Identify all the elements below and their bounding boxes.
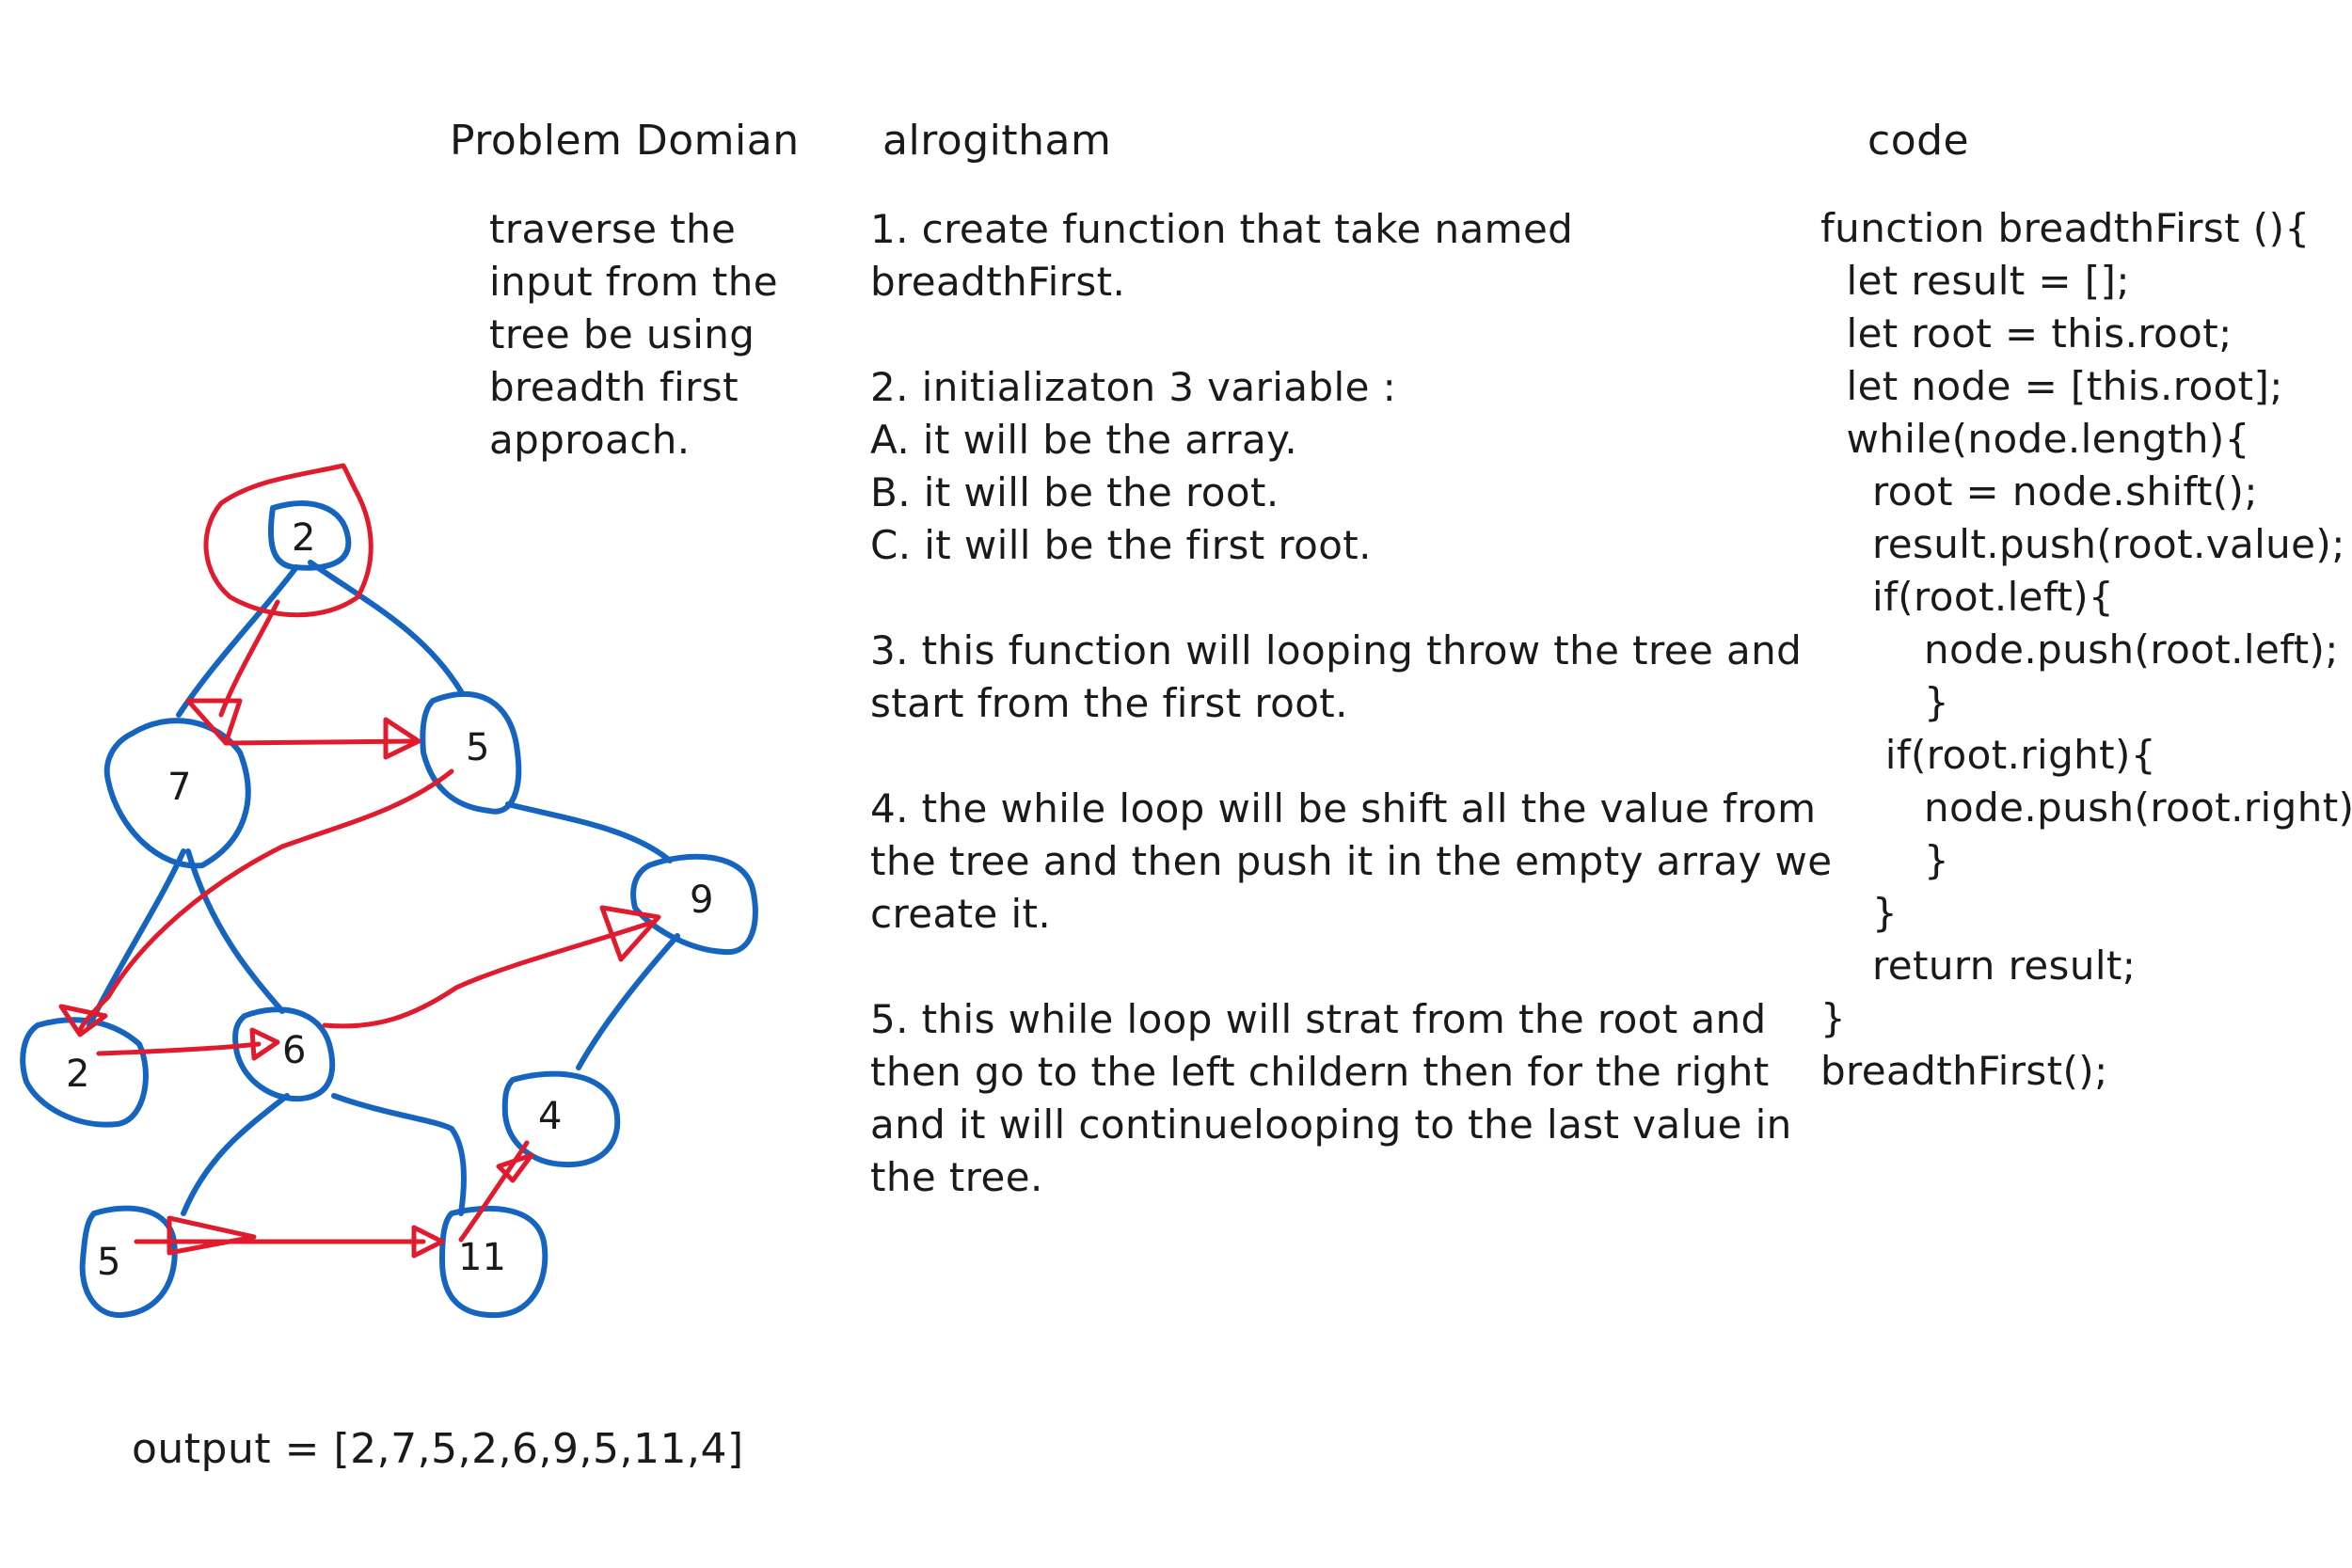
edge-5-9	[505, 801, 673, 863]
algorithm-step-2: B. it will be the root.	[870, 469, 1279, 515]
code-line: }	[1820, 995, 1847, 1041]
algorithm-step-5: the tree.	[870, 1154, 1043, 1200]
code-line: root = node.shift();	[1820, 468, 2258, 515]
code-line: breadthFirst();	[1820, 1048, 2108, 1094]
traversal-path	[58, 463, 661, 1259]
node-2: 2	[66, 1053, 89, 1096]
code-line: node.push(root.right)	[1820, 784, 2352, 831]
code-line: let node = [this.root];	[1820, 363, 2283, 409]
output-array: output = [2,7,5,2,6,9,5,11,4]	[132, 1425, 744, 1473]
code-line: return result;	[1820, 942, 2137, 989]
node-4: 4	[538, 1095, 562, 1138]
heading-algorithm: alrogitham	[882, 117, 1112, 165]
traversal-2-to-7	[218, 599, 280, 718]
tree-nodes	[20, 500, 758, 1319]
edge-2-5	[308, 560, 464, 694]
algorithm-step-5: and it will continuelooping to the last …	[870, 1101, 1792, 1148]
edge-9-4	[576, 933, 680, 1070]
algorithm-step-5: then go to the left childern then for th…	[870, 1049, 1770, 1095]
code-line: if(root.right){	[1820, 732, 2156, 778]
traversal-9-arrowhead	[599, 905, 661, 962]
algorithm-step-2: A. it will be the array.	[870, 417, 1298, 463]
traversal-6-to-9	[322, 919, 657, 1029]
algorithm-step-4: the tree and then push it in the empty a…	[870, 838, 1833, 884]
algorithm-step-2: C. it will be the first root.	[870, 522, 1372, 568]
algorithm-step-4: 4. the while loop will be shift all the …	[870, 785, 1817, 832]
code-line: let result = [];	[1820, 258, 2130, 304]
algorithm-step-5: 5. this while loop will strat from the r…	[870, 996, 1767, 1042]
tree-edges	[87, 560, 680, 1216]
edge-6-11	[331, 1093, 467, 1216]
node-5b: 5	[97, 1241, 120, 1284]
code-line: if(root.left){	[1820, 574, 2115, 620]
code-line: }	[1820, 890, 1899, 936]
algorithm-step-1: breadthFirst.	[870, 259, 1126, 305]
node-root-2: 2	[292, 516, 315, 560]
code-line: }	[1820, 837, 1950, 883]
traversal-5-arrowhead	[383, 717, 421, 760]
edge-6-5	[181, 1093, 290, 1216]
code-line: let root = this.root;	[1820, 310, 2233, 356]
edge-2-7	[176, 564, 299, 718]
traversal-5b-arrowhead	[167, 1215, 257, 1256]
algorithm-step-3: start from the first root.	[870, 680, 1348, 726]
algorithm-step-1: 1. create function that take named	[870, 206, 1574, 252]
algorithm-step-4: create it.	[870, 891, 1052, 937]
node-6: 6	[282, 1029, 306, 1072]
code-line: node.push(root.left);	[1820, 626, 2339, 673]
code-line: result.push(root.value);	[1820, 521, 2345, 567]
tree-diagram: 2 7 5 2 6 9 5 11 4	[20, 463, 758, 1319]
tree-labels: 2 7 5 2 6 9 5 11 4	[66, 516, 713, 1284]
traversal-11-to-4	[458, 1140, 530, 1243]
node-11: 11	[458, 1236, 506, 1279]
node-7: 7	[167, 766, 191, 809]
node-5: 5	[466, 726, 489, 769]
code-line: }	[1820, 679, 1950, 725]
code-block: function breadthFirst (){ let result = […	[1820, 202, 2352, 1098]
node-9: 9	[690, 879, 713, 922]
heading-code: code	[1867, 117, 1970, 165]
algorithm-step-3: 3. this function will looping throw the …	[870, 627, 1803, 673]
algorithm-step-2: 2. initializaton 3 variable :	[870, 364, 1397, 410]
algorithm-steps: 1. create function that take named bread…	[870, 203, 1833, 1204]
code-line: while(node.length){	[1820, 416, 2250, 462]
code-line: function breadthFirst (){	[1820, 205, 2311, 251]
